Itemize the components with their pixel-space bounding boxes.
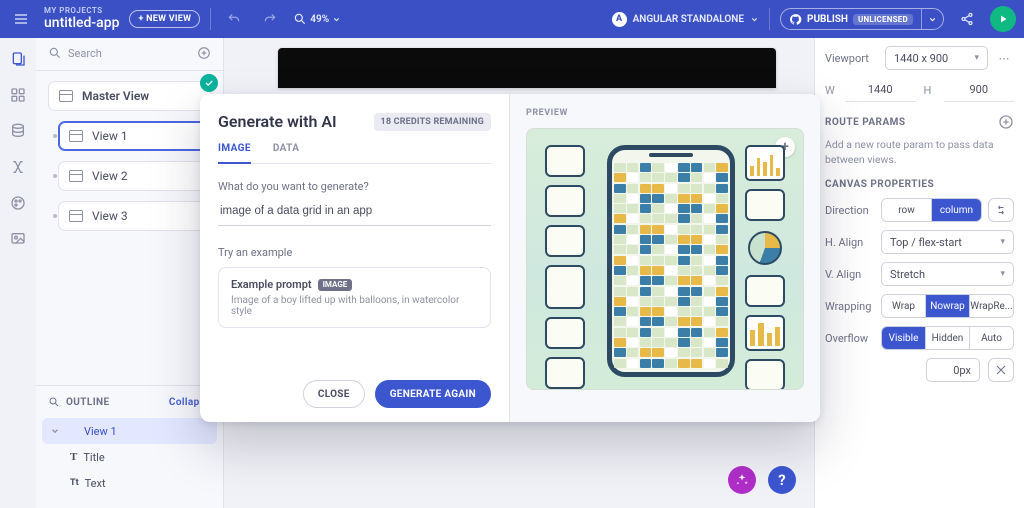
search-placeholder: Search bbox=[68, 47, 102, 60]
publish-button[interactable]: PUBLISH UNLICENSED bbox=[781, 9, 921, 29]
assets-icon[interactable] bbox=[7, 228, 29, 250]
preview-label: PREVIEW bbox=[526, 108, 804, 118]
direction-column[interactable]: column bbox=[932, 199, 981, 221]
variables-icon[interactable] bbox=[7, 156, 29, 178]
example-type-chip: IMAGE bbox=[318, 279, 353, 291]
chevron-down-icon: ▾ bbox=[1000, 237, 1005, 247]
try-example-label: Try an example bbox=[218, 246, 491, 259]
github-icon bbox=[789, 13, 802, 26]
breadcrumb[interactable]: MY PROJECTS untitled-app bbox=[44, 7, 119, 30]
outline-row-root[interactable]: View 1 bbox=[42, 418, 217, 444]
width-input[interactable]: 1440 bbox=[845, 78, 916, 102]
status-badge-icon bbox=[200, 74, 218, 92]
view-icon bbox=[66, 426, 78, 436]
prompt-input[interactable] bbox=[218, 199, 491, 226]
modal-title: Generate with AI bbox=[218, 112, 337, 131]
add-view-icon[interactable] bbox=[197, 46, 211, 60]
menu-icon[interactable] bbox=[8, 6, 34, 32]
preview-image: + bbox=[526, 128, 804, 390]
new-view-button[interactable]: + NEW VIEW bbox=[129, 10, 200, 28]
share-icon[interactable] bbox=[954, 6, 980, 32]
preview-play-button[interactable] bbox=[990, 6, 1016, 32]
view-icon bbox=[69, 130, 83, 142]
license-badge: UNLICENSED bbox=[853, 14, 913, 25]
chevron-down-icon: ▾ bbox=[1000, 269, 1005, 279]
credits-badge: 18 CREDITS REMAINING bbox=[374, 113, 491, 131]
gap-icon[interactable] bbox=[988, 358, 1014, 382]
canvas-props-header: CANVAS PROPERTIES bbox=[825, 179, 1014, 190]
pages-icon[interactable] bbox=[7, 48, 29, 70]
top-bar: MY PROJECTS untitled-app + NEW VIEW 49% … bbox=[0, 0, 1024, 38]
route-params-header: ROUTE PARAMS bbox=[825, 114, 1014, 130]
modal-tabs: IMAGE DATA bbox=[218, 143, 491, 164]
outline-tree: View 1 T Title Tt Text bbox=[36, 412, 223, 508]
right-panel: Viewport 1440 x 900 ▾ ⋯ W 1440 H 900 ROU… bbox=[814, 38, 1024, 508]
search-row[interactable]: Search bbox=[36, 38, 223, 71]
redo-icon[interactable] bbox=[257, 6, 283, 32]
left-rail bbox=[0, 38, 36, 508]
help-fab-button[interactable]: ? bbox=[768, 466, 796, 494]
view-card-3[interactable]: View 3 bbox=[58, 201, 211, 231]
more-icon[interactable]: ⋯ bbox=[996, 49, 1014, 67]
h-align-select[interactable]: Top / flex-start ▾ bbox=[881, 230, 1014, 254]
height-input[interactable]: 900 bbox=[944, 78, 1015, 102]
master-view-card[interactable]: Master View bbox=[48, 81, 211, 111]
outline-row-title[interactable]: T Title bbox=[42, 444, 217, 470]
project-title: untitled-app bbox=[44, 16, 119, 31]
generate-again-button[interactable]: GENERATE AGAIN bbox=[375, 380, 491, 408]
ai-fab-button[interactable] bbox=[728, 466, 756, 494]
tab-image[interactable]: IMAGE bbox=[218, 143, 251, 164]
framework-dropdown[interactable]: A ANGULAR STANDALONE bbox=[612, 12, 759, 27]
zoom-control[interactable]: 49% bbox=[293, 12, 341, 26]
add-route-param-icon[interactable] bbox=[998, 114, 1014, 130]
view-icon bbox=[69, 210, 83, 222]
v-align-select[interactable]: Stretch ▾ bbox=[881, 262, 1014, 286]
data-icon[interactable] bbox=[7, 120, 29, 142]
overflow-segments[interactable]: Visible Hidden Auto bbox=[881, 326, 1014, 350]
wrapping-segments[interactable]: Wrap Nowrap WrapRe... bbox=[881, 294, 1014, 318]
direction-row[interactable]: row bbox=[882, 199, 932, 221]
gap-input[interactable]: 0px bbox=[926, 358, 980, 382]
search-icon[interactable] bbox=[48, 396, 60, 408]
outline-row-text[interactable]: Tt Text bbox=[42, 470, 217, 496]
direction-swap-icon[interactable] bbox=[988, 198, 1014, 222]
tab-data[interactable]: DATA bbox=[273, 143, 300, 163]
theme-icon[interactable] bbox=[7, 192, 29, 214]
publish-dropdown[interactable] bbox=[922, 9, 943, 29]
undo-icon[interactable] bbox=[221, 6, 247, 32]
outline-header: OUTLINE Collapse bbox=[36, 385, 223, 412]
views-list: Master View View 1 View 2 View 3 bbox=[36, 71, 223, 241]
viewport-label: Viewport bbox=[825, 52, 877, 65]
chevron-down-icon: ▾ bbox=[974, 53, 979, 63]
direction-segments[interactable]: row column bbox=[881, 198, 982, 222]
view-icon bbox=[69, 170, 83, 182]
view-icon bbox=[59, 90, 73, 102]
route-params-hint: Add a new route param to pass data betwe… bbox=[825, 138, 1014, 167]
artboard-preview bbox=[278, 48, 776, 88]
viewport-select[interactable]: 1440 x 900 ▾ bbox=[885, 46, 988, 70]
example-text: Image of a boy lifted up with balloons, … bbox=[231, 295, 478, 317]
search-icon bbox=[48, 46, 62, 60]
angular-icon: A bbox=[612, 12, 627, 27]
view-card-1[interactable]: View 1 bbox=[58, 121, 211, 151]
left-panel: Search Master View View 1 View 2 View 3 bbox=[36, 38, 224, 508]
prompt-label: What do you want to generate? bbox=[218, 180, 491, 193]
generate-ai-modal: Generate with AI 18 CREDITS REMAINING IM… bbox=[200, 94, 820, 422]
chevron-down-icon bbox=[50, 426, 60, 436]
components-icon[interactable] bbox=[7, 84, 29, 106]
publish-button-group[interactable]: PUBLISH UNLICENSED bbox=[780, 8, 944, 30]
example-card[interactable]: Example prompt IMAGE Image of a boy lift… bbox=[218, 267, 491, 328]
close-button[interactable]: CLOSE bbox=[303, 380, 365, 408]
view-card-2[interactable]: View 2 bbox=[58, 161, 211, 191]
